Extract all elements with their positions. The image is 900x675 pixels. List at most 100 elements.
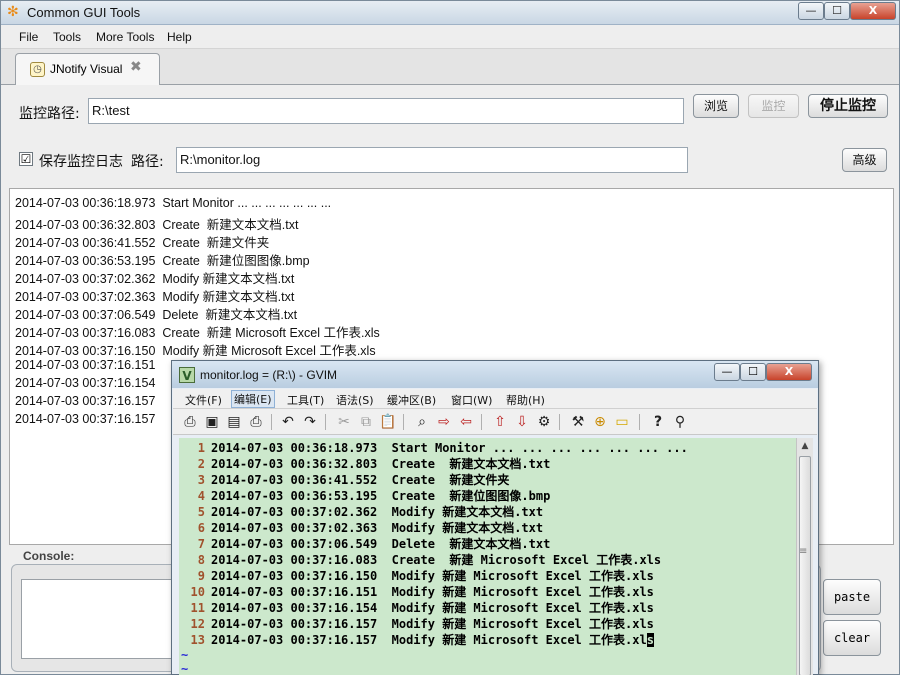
find-replace-icon[interactable]: ⌕ — [413, 413, 431, 431]
log-line: 2014-07-03 00:36:32.803 Create 新建文本文档.tx… — [15, 218, 299, 232]
find-prev-icon[interactable]: ⇦ — [457, 413, 475, 431]
find-help-icon[interactable]: ⚲ — [671, 413, 689, 431]
menu-more-tools[interactable]: More Tools — [96, 30, 154, 44]
editor-line: 9 2014-07-03 00:37:16.150 Modify 新建 Micro… — [179, 568, 654, 584]
gvim-maximize-button[interactable]: ☐ — [740, 363, 766, 381]
gvim-menu-syntax[interactable]: 语法(S) — [336, 392, 374, 408]
line-text: 2014-07-03 00:36:18.973 Start Monitor ..… — [211, 441, 688, 455]
gvim-menu-bar: 文件(F) 编辑(E) 工具(T) 语法(S) 缓冲区(B) 窗口(W) 帮助(… — [173, 389, 817, 409]
editor-line: 7 2014-07-03 00:37:06.549 Delete 新建文本文档.t… — [179, 536, 551, 552]
line-text: 2014-07-03 00:37:16.157 Modify 新建 Micros… — [211, 633, 647, 647]
open-icon[interactable]: ⎙ — [181, 413, 199, 431]
empty-line-tilde: ~ — [181, 648, 189, 662]
editor-line: 11 2014-07-03 00:37:16.154 Modify 新建 Micr… — [179, 600, 654, 616]
log-line: 2014-07-03 00:37:16.150 Modify 新建 Micros… — [15, 344, 376, 358]
monitor-path-input[interactable]: R:\test — [88, 98, 684, 124]
paste-icon[interactable]: 📋 — [379, 413, 397, 431]
run-script-icon[interactable]: ⚙ — [535, 413, 553, 431]
make-icon[interactable]: ⚒ — [569, 413, 587, 431]
close-button[interactable]: X — [850, 2, 896, 20]
find-next-icon[interactable]: ⇨ — [435, 413, 453, 431]
log-path-input[interactable]: R:\monitor.log — [176, 147, 688, 173]
line-text: 2014-07-03 00:37:16.083 Create 新建 Micros… — [211, 553, 662, 567]
line-number: 13 — [190, 633, 205, 647]
line-text: 2014-07-03 00:37:16.154 Modify 新建 Micros… — [211, 601, 654, 615]
print-icon[interactable]: ⎙ — [247, 413, 265, 431]
toolbar-separator — [325, 414, 326, 430]
editor-line: 12 2014-07-03 00:37:16.157 Modify 新建 Micr… — [179, 616, 654, 632]
monitor-button[interactable]: 监控 — [748, 94, 799, 118]
line-number: 1 — [197, 441, 205, 455]
gvim-editor[interactable]: 1 2014-07-03 00:36:18.973 Start Monitor .… — [179, 438, 796, 675]
gvim-menu-file[interactable]: 文件(F) — [185, 392, 222, 408]
toolbar-separator — [639, 414, 640, 430]
load-session-icon[interactable]: ⇧ — [491, 413, 509, 431]
save-icon[interactable]: ▣ — [203, 413, 221, 431]
paste-button[interactable]: paste — [823, 579, 881, 615]
window-title: Common GUI Tools — [27, 5, 141, 20]
editor-line: 6 2014-07-03 00:37:02.363 Modify 新建文本文档.t… — [179, 520, 543, 536]
console-text-area[interactable] — [21, 579, 181, 659]
save-log-checkbox[interactable]: ☑ — [19, 152, 33, 166]
minimize-button[interactable]: — — [798, 2, 824, 20]
shell-icon[interactable]: ⊕ — [591, 413, 609, 431]
save-all-icon[interactable]: ▤ — [225, 413, 243, 431]
line-number: 10 — [190, 585, 205, 599]
help-icon[interactable]: ? — [649, 413, 667, 431]
toolbar-separator — [559, 414, 560, 430]
monitor-path-label: 监控路径: — [19, 106, 80, 122]
log-line: 2014-07-03 00:37:16.083 Create 新建 Micros… — [15, 326, 380, 340]
gvim-menu-edit[interactable]: 编辑(E) — [231, 390, 275, 408]
maximize-button[interactable]: ☐ — [824, 2, 850, 20]
gvim-menu-buffer[interactable]: 缓冲区(B) — [387, 392, 436, 408]
advanced-button[interactable]: 高级 — [842, 148, 887, 172]
undo-icon[interactable]: ↶ — [279, 413, 297, 431]
browse-button[interactable]: 浏览 — [693, 94, 739, 118]
gvim-menu-help[interactable]: 帮助(H) — [506, 392, 545, 408]
line-number: 6 — [197, 521, 205, 535]
gvim-scrollbar[interactable]: ▲ ≡ — [796, 438, 813, 675]
copy-icon[interactable]: ⧉ — [357, 413, 375, 431]
scrollbar-thumb[interactable] — [799, 456, 811, 675]
toolbar-separator — [271, 414, 272, 430]
line-number: 8 — [197, 553, 205, 567]
gvim-menu-window[interactable]: 窗口(W) — [451, 392, 492, 408]
line-text: 2014-07-03 00:37:06.549 Delete 新建文本文档.tx… — [211, 537, 551, 551]
redo-icon[interactable]: ↷ — [301, 413, 319, 431]
gvim-toolbar: ⎙ ▣ ▤ ⎙ ↶ ↷ ✂ ⧉ 📋 ⌕ ⇨ ⇦ ⇧ ⇩ ⚙ ⚒ ⊕ ▭ ? ⚲ — [173, 409, 817, 435]
toolbar-separator — [481, 414, 482, 430]
save-session-icon[interactable]: ⇩ — [513, 413, 531, 431]
log-line: 2014-07-03 00:37:02.362 Modify 新建文本文档.tx… — [15, 272, 295, 286]
gvim-minimize-button[interactable]: — — [714, 363, 740, 381]
app-flower-icon: ✻ — [7, 4, 19, 20]
menu-help[interactable]: Help — [167, 30, 192, 44]
line-text: 2014-07-03 00:37:02.362 Modify 新建文本文档.tx… — [211, 505, 544, 519]
tab-jnotify-visual[interactable]: ◷ JNotify Visual ✖ — [15, 53, 160, 85]
stop-monitor-button[interactable]: 停止监控 — [808, 94, 888, 118]
text-cursor: s — [646, 633, 654, 647]
log-line: 2014-07-03 00:37:16.157 — [15, 394, 156, 408]
editor-line: 8 2014-07-03 00:37:16.083 Create 新建 Micro… — [179, 552, 661, 568]
editor-line: 3 2014-07-03 00:36:41.552 Create 新建文件夹 — [179, 472, 510, 488]
tab-close-icon[interactable]: ✖ — [130, 59, 142, 75]
menu-file[interactable]: File — [19, 30, 38, 44]
line-number: 9 — [197, 569, 205, 583]
gvim-menu-tools[interactable]: 工具(T) — [287, 392, 324, 408]
editor-line: 13 2014-07-03 00:37:16.157 Modify 新建 Micr… — [179, 632, 654, 648]
scroll-up-arrow-icon[interactable]: ▲ — [797, 438, 813, 454]
clock-icon: ◷ — [30, 62, 45, 77]
gvim-title-bar[interactable]: V monitor.log = (R:\) - GVIM — ☐ X — [172, 361, 818, 388]
editor-line: 5 2014-07-03 00:37:02.362 Modify 新建文本文档.t… — [179, 504, 543, 520]
toolbar-separator — [403, 414, 404, 430]
gvim-close-button[interactable]: X — [766, 363, 812, 381]
log-line: 2014-07-03 00:36:53.195 Create 新建位图图像.bm… — [15, 254, 310, 268]
title-bar[interactable]: ✻ Common GUI Tools — ☐ X — [1, 1, 899, 25]
menu-tools[interactable]: Tools — [53, 30, 81, 44]
cut-icon[interactable]: ✂ — [335, 413, 353, 431]
editor-line: 4 2014-07-03 00:36:53.195 Create 新建位图图像.b… — [179, 488, 551, 504]
editor-line: 10 2014-07-03 00:37:16.151 Modify 新建 Micr… — [179, 584, 654, 600]
gvim-window: V monitor.log = (R:\) - GVIM — ☐ X 文件(F)… — [171, 360, 819, 675]
log-line: 2014-07-03 00:37:06.549 Delete 新建文本文档.tx… — [15, 308, 298, 322]
tag-jump-icon[interactable]: ▭ — [613, 413, 631, 431]
clear-button[interactable]: clear — [823, 620, 881, 656]
